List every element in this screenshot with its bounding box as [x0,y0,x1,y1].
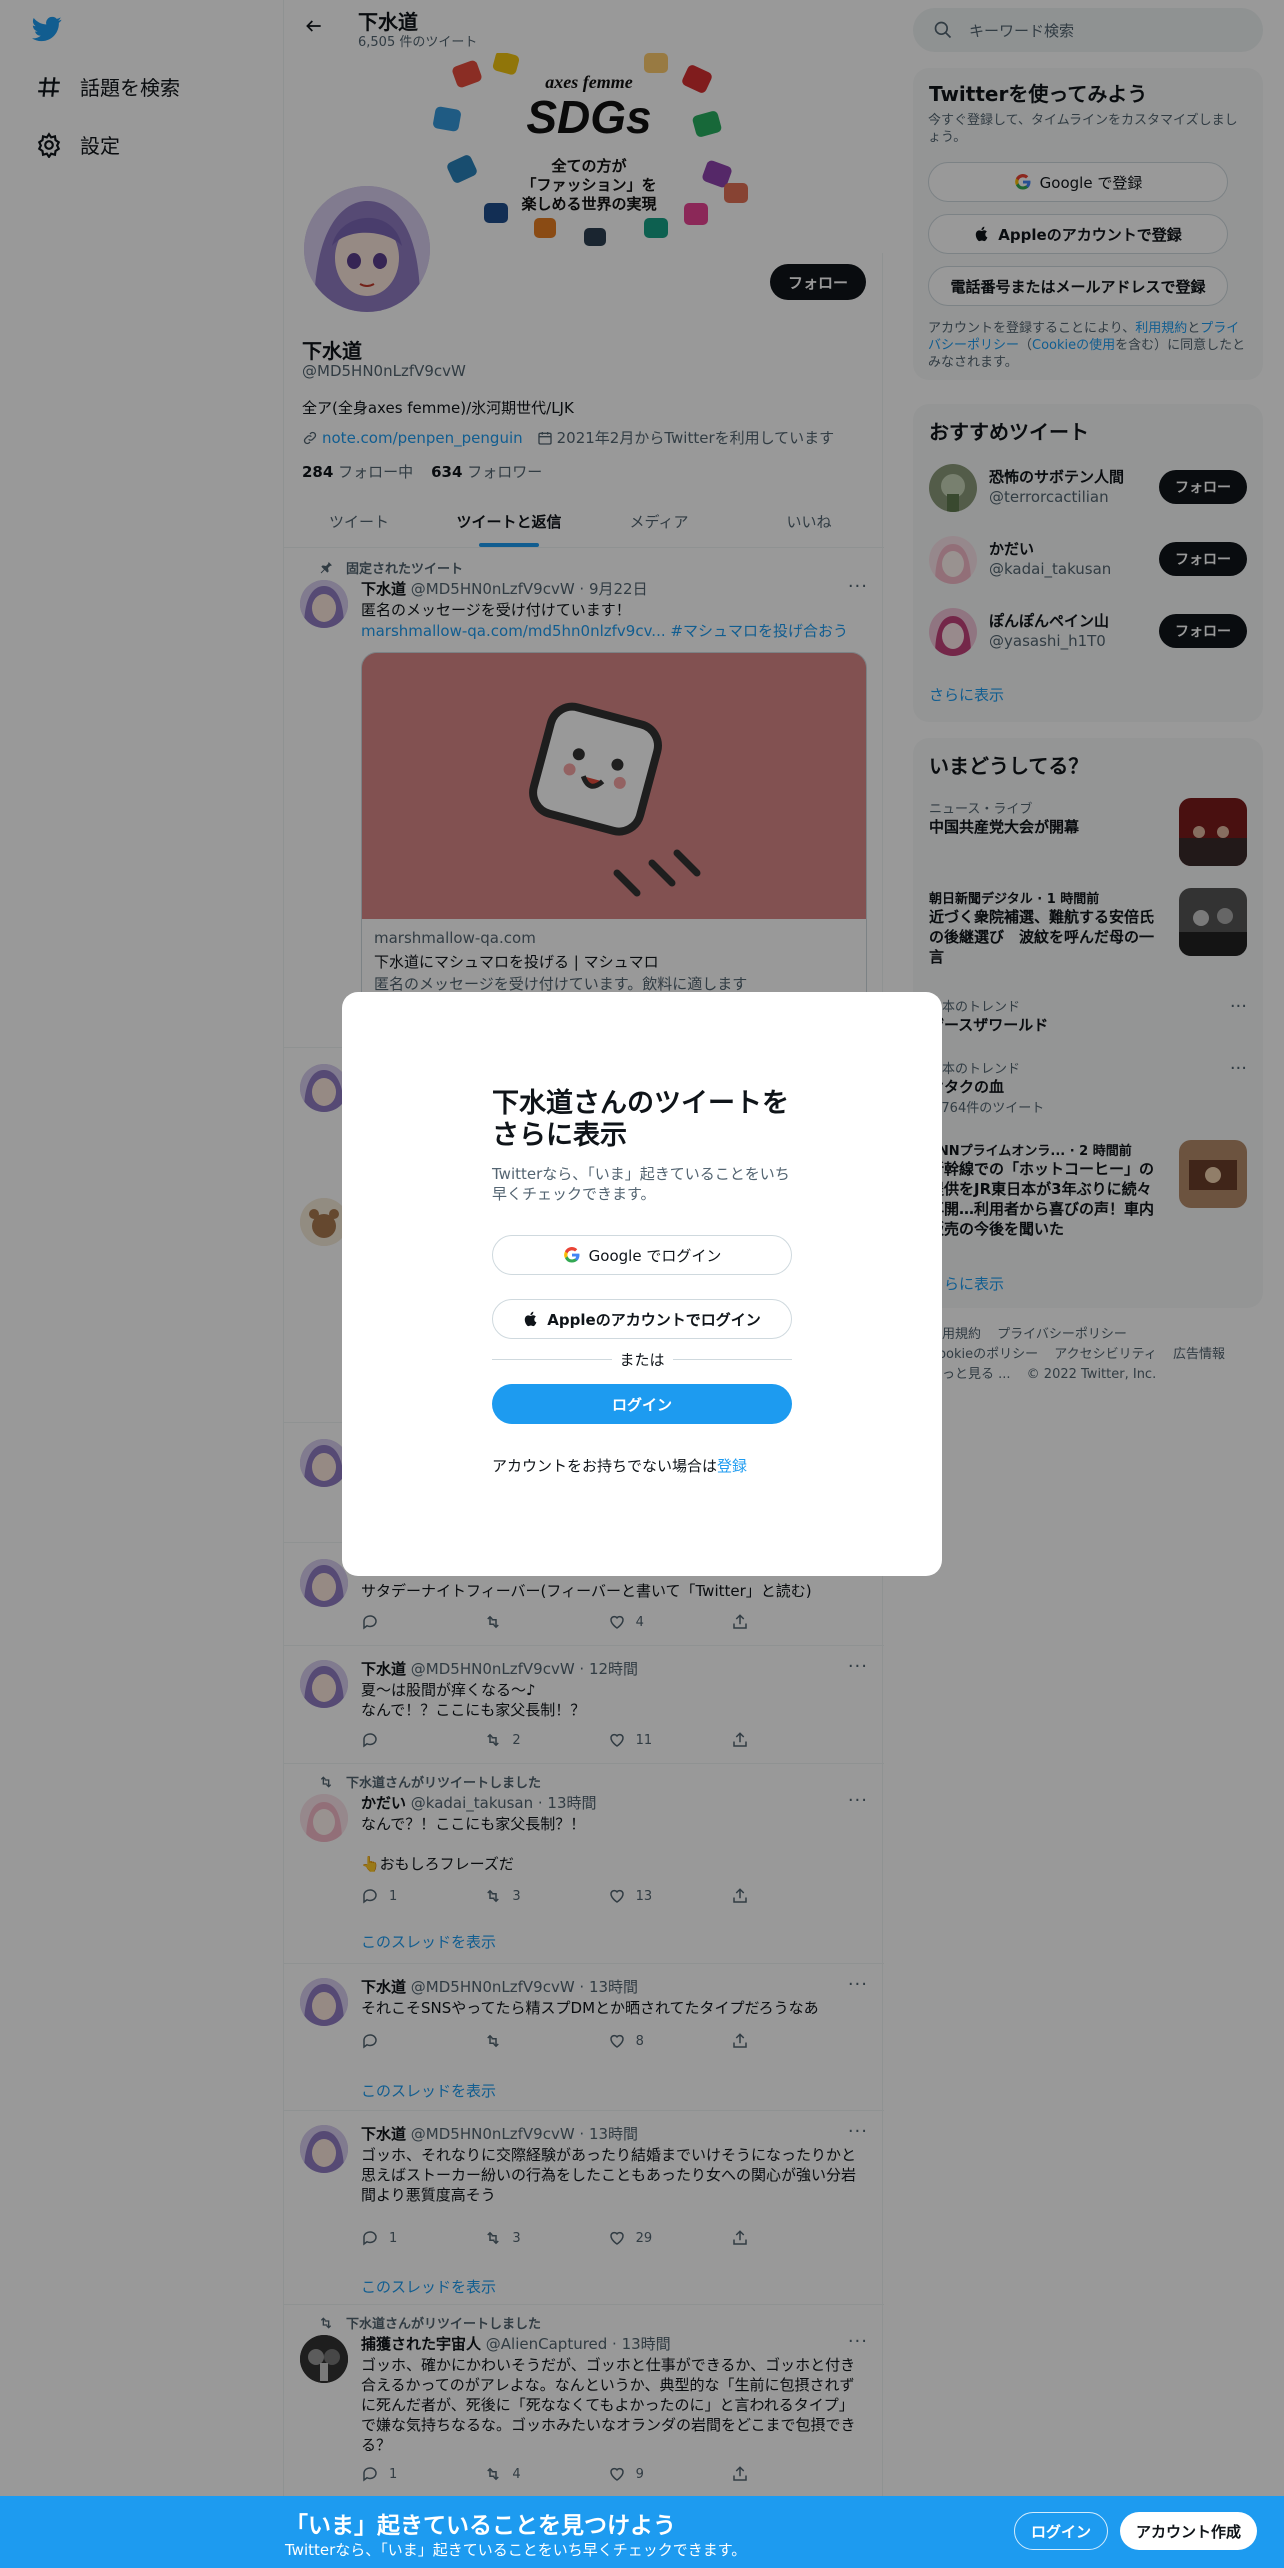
bottom-subtitle: Twitterなら、「いま」起きていることをいち早くチェックできます。 [285,2541,747,2559]
bottom-signup-button[interactable]: アカウント作成 [1120,2512,1258,2550]
bottom-signup-bar: 「いま」起きていることを見つけよう Twitterなら、「いま」起きていることを… [0,2496,1284,2568]
apple-login-label: Appleのアカウントでログイン [547,1310,761,1329]
google-login-label: Google でログイン [588,1246,722,1265]
bottom-login-button[interactable]: ログイン [1014,2512,1109,2550]
apple-login-button[interactable]: Appleのアカウントでログイン [492,1299,792,1339]
bottom-title: 「いま」起きていることを見つけよう [285,2513,676,2539]
google-login-button[interactable]: Google でログイン [492,1235,792,1275]
or-divider: または [492,1349,792,1370]
signup-link[interactable]: 登録 [717,1457,747,1475]
google-icon [563,1246,580,1263]
signup-prompt-text: アカウントをお持ちでない場合は [492,1457,718,1475]
apple-icon [525,1311,537,1327]
or-label: または [619,1351,665,1369]
signup-prompt: アカウントをお持ちでない場合は登録 [492,1455,747,1476]
login-modal: 下水道さんのツイートをさらに表示 Twitterなら、「いま」起きていることをい… [342,992,942,1576]
modal-title: 下水道さんのツイートをさらに表示 [492,1088,789,1151]
modal-subtitle: Twitterなら、「いま」起きていることをいち早くチェックできます。 [492,1165,790,1203]
login-button[interactable]: ログイン [492,1384,792,1424]
